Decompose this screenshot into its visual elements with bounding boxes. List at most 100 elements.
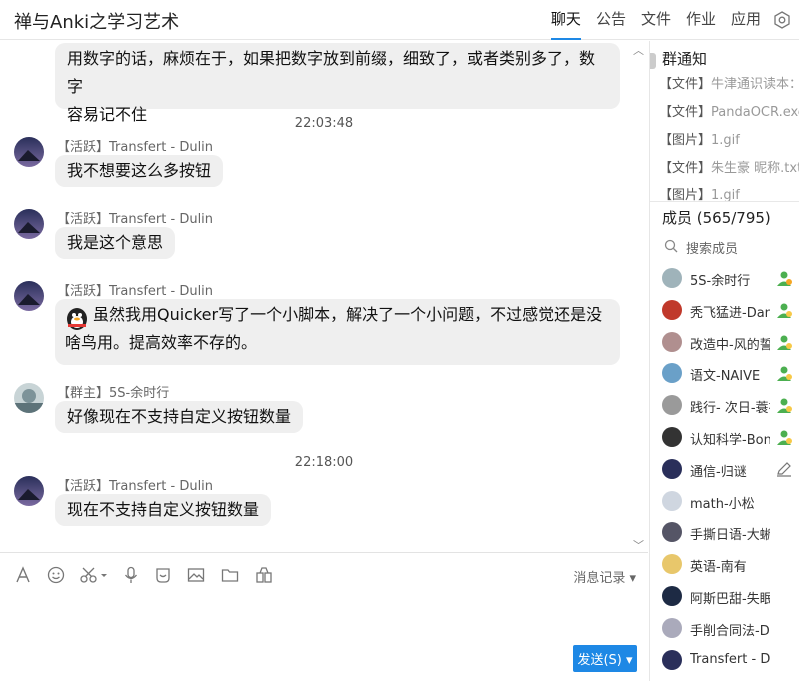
notice-title: 群通知	[662, 50, 708, 68]
message-bubble: 我不想要这么多按钮	[55, 155, 224, 187]
search-icon	[664, 238, 678, 257]
sender-name[interactable]: 【活跃】Transfert - Dulin	[57, 475, 213, 494]
avatar[interactable]	[14, 476, 44, 506]
send-button[interactable]: 发送(S) ▾	[573, 645, 637, 672]
message-text: 现在不支持自定义按钮数量	[67, 500, 260, 519]
message-history-button[interactable]: 消息记录 ▾	[573, 567, 636, 586]
member-name: 认知科学-Bon	[690, 433, 770, 448]
avatar[interactable]	[14, 209, 44, 239]
apps-icon[interactable]	[253, 564, 275, 586]
message-bubble: 我是这个意思	[55, 227, 176, 259]
message-bubble: 现在不支持自定义按钮数量	[55, 494, 272, 526]
search-placeholder: 搜索成员	[686, 241, 739, 257]
member-item[interactable]: 认知科学-Bon	[662, 427, 799, 451]
message-text: 虽然我用Quicker写了一个小脚本，解决了一个小问题，不过感觉还是没	[93, 305, 603, 324]
file-name: PandaOCR.exe	[711, 105, 799, 120]
sender-name[interactable]: 【群主】5S-余时行	[57, 382, 169, 401]
owner-badge-icon	[775, 269, 793, 287]
admin-badge-icon	[775, 301, 793, 319]
member-item[interactable]: 5S-余时行	[662, 268, 799, 292]
admin-badge-icon	[775, 396, 793, 414]
member-item[interactable]: 践行- 次日-蓑衣	[662, 395, 799, 419]
avatar[interactable]	[14, 383, 44, 413]
message-text: 我不想要这么多按钮	[67, 161, 212, 180]
tab-chat[interactable]: 聊天	[550, 0, 581, 40]
screenshot-icon[interactable]	[78, 564, 110, 586]
admin-badge-icon	[775, 364, 793, 382]
member-name: 手削合同法-Dasein	[690, 623, 770, 639]
timestamp: 22:18:00	[294, 455, 354, 470]
message-text: 好像现在不支持自定义按钮数量	[67, 407, 292, 426]
member-search-input[interactable]: 搜索成员	[664, 236, 794, 258]
member-item[interactable]: 通信-归谜	[662, 458, 799, 483]
member-name: math-小松	[690, 496, 755, 512]
member-item[interactable]: 语文-NAIVE	[662, 363, 799, 387]
member-avatar	[662, 586, 682, 606]
file-name: 朱生豪 昵称.txt	[711, 161, 799, 176]
sender-name[interactable]: 【活跃】Transfert - Dulin	[57, 280, 213, 299]
edit-icon	[775, 460, 793, 478]
member-name: 手撕日语-大蜥蜴	[690, 528, 770, 544]
tab-announcement[interactable]: 公告	[596, 0, 626, 40]
collapse-handle[interactable]	[650, 53, 656, 69]
chat-area[interactable]: ︿ 用数字的话，麻烦在于，如果把数字放到前缀，细致了，或者类别多了，数字 容易记…	[0, 41, 648, 552]
member-avatar	[662, 395, 682, 416]
member-item[interactable]: math-小松	[662, 490, 799, 515]
member-name: 践行- 次日-蓑衣	[690, 401, 770, 417]
member-item[interactable]: 英语-南有	[662, 554, 799, 578]
member-avatar	[662, 363, 682, 384]
penguin-icon	[64, 306, 90, 332]
member-name: Transfert - Dulin	[690, 651, 770, 667]
member-name: 改造中-风的誓	[690, 337, 770, 353]
group-title: 禅与Anki之学习艺术	[14, 12, 180, 33]
scroll-up-icon[interactable]: ︿	[633, 42, 644, 58]
member-item[interactable]: 阿斯巴甜-失眠	[662, 586, 799, 610]
gear-icon[interactable]	[773, 11, 791, 29]
scroll-down-icon[interactable]: ﹀	[633, 537, 644, 552]
member-avatar	[662, 458, 682, 479]
microphone-icon[interactable]	[120, 564, 142, 586]
image-icon[interactable]	[185, 564, 207, 586]
member-name: 语文-NAIVE	[690, 369, 761, 385]
member-item[interactable]: 手撕日语-大蜥蜴	[662, 522, 799, 546]
member-avatar	[662, 490, 682, 511]
member-item[interactable]: 手削合同法-Dasein	[662, 617, 799, 642]
window-header: 禅与Anki之学习艺术 聊天 公告 文件 作业 应用	[0, 0, 799, 40]
members-title: 成员 (565/795)	[662, 209, 771, 227]
top-nav: 聊天 公告 文件 作业 应用	[536, 0, 791, 40]
file-tag: 【文件】	[659, 77, 712, 92]
member-avatar	[662, 427, 682, 447]
sender-name[interactable]: 【活跃】Transfert - Dulin	[57, 136, 213, 155]
avatar[interactable]	[14, 137, 44, 167]
sticker-icon[interactable]	[152, 564, 174, 586]
message-text: 用数字的话，麻烦在于，如果把数字放到前缀，细致了，或者类别多了，数字	[67, 49, 596, 96]
font-icon[interactable]	[12, 564, 34, 586]
file-tag: 【文件】	[659, 105, 712, 120]
tab-apps[interactable]: 应用	[731, 0, 761, 40]
member-avatar	[662, 554, 682, 575]
message-text: 啥鸟用。提高效率不存的。	[65, 333, 258, 352]
member-item[interactable]: 秃飞猛进-Dan	[662, 299, 799, 324]
message-bubble: 虽然我用Quicker写了一个小脚本，解决了一个小问题，不过感觉还是没 啥鸟用。…	[55, 299, 620, 365]
message-bubble: 好像现在不支持自定义按钮数量	[55, 401, 304, 433]
tab-files[interactable]: 文件	[641, 0, 671, 40]
avatar[interactable]	[14, 281, 44, 311]
notice-file-item[interactable]: 【图片】1.gif	[659, 129, 799, 148]
file-tag: 【文件】	[659, 161, 712, 176]
notice-file-item[interactable]: 【文件】朱生豪 昵称.txt	[659, 157, 799, 176]
file-tag: 【图片】	[659, 133, 712, 148]
right-panel: 群通知 【文件】牛津通识读本： 【文件】PandaOCR.exe 【图片】1.g…	[649, 41, 799, 681]
member-name: 英语-南有	[690, 560, 747, 576]
member-item[interactable]: 改造中-风的誓	[662, 331, 799, 356]
message-input[interactable]	[0, 596, 648, 681]
member-item[interactable]: Transfert - Dulin	[662, 649, 799, 674]
member-name: 通信-归谜	[690, 464, 747, 480]
input-toolbar: 消息记录 ▾	[0, 552, 648, 596]
notice-file-item[interactable]: 【文件】牛津通识读本：	[659, 73, 799, 92]
sender-name[interactable]: 【活跃】Transfert - Dulin	[57, 208, 213, 227]
emoji-icon[interactable]	[45, 564, 67, 586]
notice-file-item[interactable]: 【文件】PandaOCR.exe	[659, 101, 799, 120]
tab-homework[interactable]: 作业	[686, 0, 716, 40]
folder-icon[interactable]	[219, 564, 241, 586]
member-avatar	[662, 268, 682, 288]
